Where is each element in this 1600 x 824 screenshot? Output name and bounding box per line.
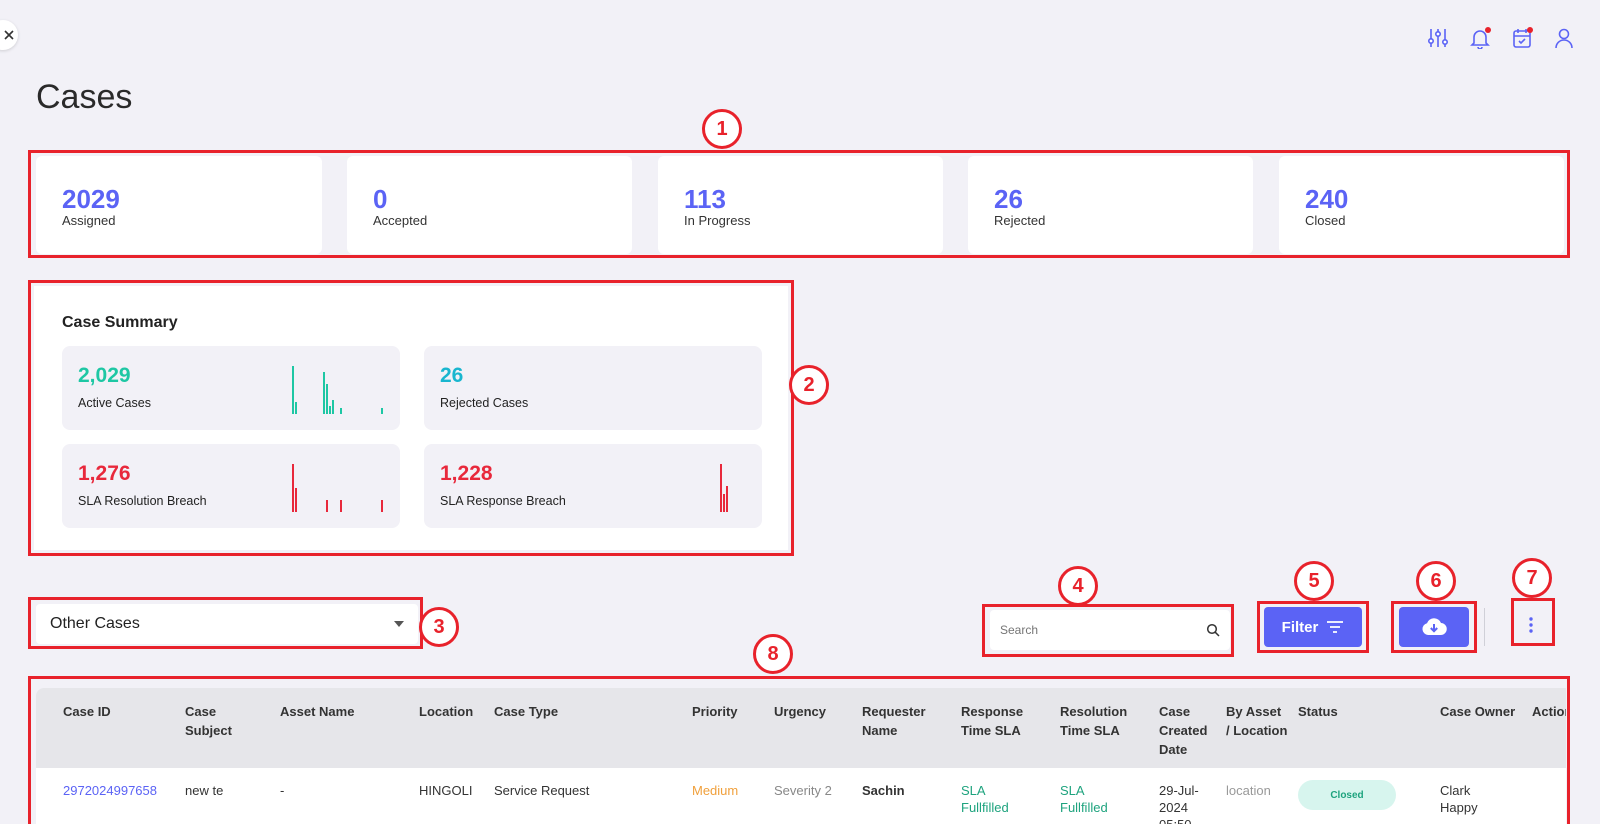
- annotation-box-more: [1511, 598, 1555, 646]
- notification-dot: [1485, 27, 1491, 33]
- annotation-badge: 3: [419, 607, 459, 647]
- calendar-notification-dot: [1527, 27, 1533, 33]
- toolbar-divider: [1484, 608, 1485, 646]
- calendar-check-icon[interactable]: [1510, 26, 1534, 50]
- annotation-box-summary: [28, 280, 794, 556]
- page-title: Cases: [36, 78, 133, 116]
- bell-icon[interactable]: [1468, 26, 1492, 50]
- annotation-box-table: [28, 676, 1570, 824]
- header-icons: [1426, 26, 1576, 50]
- annotation-badge: 7: [1512, 558, 1552, 598]
- annotation-badge: 8: [753, 634, 793, 674]
- annotation-box-search: [982, 604, 1234, 657]
- annotation-badge: 2: [789, 365, 829, 405]
- annotation-badge: 4: [1058, 566, 1098, 606]
- close-icon: [4, 30, 14, 40]
- annotation-box-dropdown: [28, 597, 423, 649]
- user-icon[interactable]: [1552, 26, 1576, 50]
- close-button[interactable]: [0, 20, 18, 50]
- annotation-box-stats: [28, 150, 1570, 258]
- annotation-box-download: [1391, 601, 1477, 653]
- annotation-badge: 5: [1294, 561, 1334, 601]
- annotation-box-filter: [1257, 601, 1369, 653]
- annotation-badge: 6: [1416, 561, 1456, 601]
- annotation-badge: 1: [702, 109, 742, 149]
- filter-sliders-icon[interactable]: [1426, 26, 1450, 50]
